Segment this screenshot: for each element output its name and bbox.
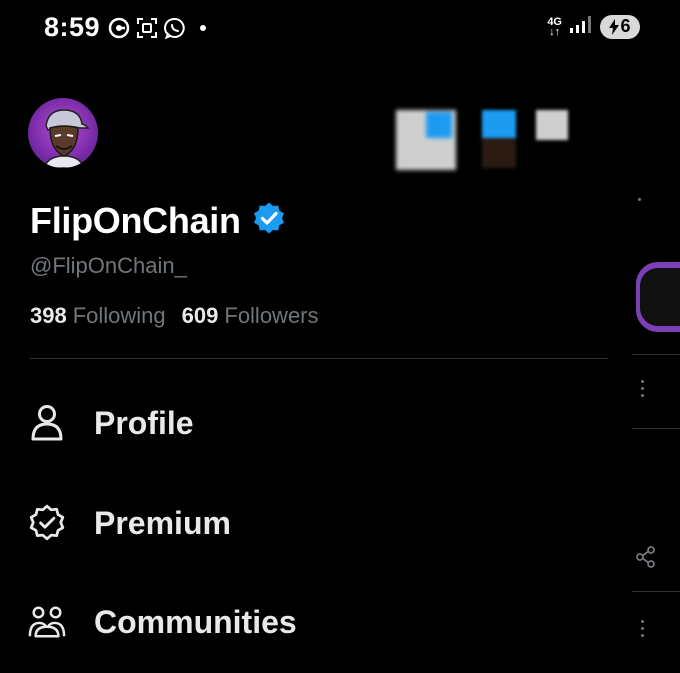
menu-item-premium[interactable]: Premium	[28, 504, 231, 542]
status-time: 8:59	[44, 12, 101, 42]
avatar[interactable]	[28, 98, 98, 168]
peek-avatar[interactable]	[636, 262, 680, 332]
share-icon[interactable]	[636, 546, 656, 573]
peek-divider	[632, 428, 680, 429]
notification-dot	[200, 25, 206, 31]
other-account-avatar[interactable]	[536, 110, 568, 140]
menu-item-label: Premium	[94, 504, 231, 541]
peek-dot	[638, 198, 641, 201]
app-screen: 8:59 4G ↓↑ 6 FlipOnChain @FlipOnChain_ 3…	[0, 0, 680, 673]
battery-charging-icon: 6	[600, 14, 640, 39]
peek-divider	[632, 591, 680, 592]
premium-badge-icon	[28, 504, 66, 542]
menu-item-profile[interactable]: Profile	[28, 404, 194, 442]
drawer-divider	[30, 358, 608, 359]
followers-label: Followers	[224, 303, 319, 328]
verified-badge-icon	[251, 201, 287, 242]
display-name: FlipOnChain	[30, 200, 241, 241]
other-accounts-switcher[interactable]	[396, 108, 576, 172]
status-bar: 8:59 4G ↓↑ 6	[0, 0, 680, 58]
display-name-row: FlipOnChain	[30, 200, 287, 242]
person-icon	[28, 404, 66, 442]
battery-level: 6	[620, 16, 631, 36]
screenshot-icon	[136, 17, 158, 39]
network-arrows-icon: 4G ↓↑	[547, 15, 562, 38]
status-notification-icons	[108, 17, 206, 39]
follow-stats: 398 Following 609 Followers	[30, 303, 319, 329]
following-label: Following	[72, 303, 166, 328]
peek-divider	[632, 354, 680, 355]
communities-icon	[28, 603, 66, 641]
signal-icon	[568, 14, 594, 39]
whatsapp-icon	[164, 17, 186, 39]
following-link[interactable]: 398 Following	[30, 303, 166, 329]
status-system-icons: 4G ↓↑ 6	[547, 14, 640, 39]
timeline-peek[interactable]	[632, 58, 680, 673]
menu-item-label: Communities	[94, 603, 297, 640]
menu-item-communities[interactable]: Communities	[28, 603, 297, 641]
user-handle: @FlipOnChain_	[30, 253, 187, 278]
more-options-icon[interactable]	[641, 620, 644, 637]
more-options-icon[interactable]	[641, 380, 644, 397]
g-pay-icon	[108, 17, 130, 39]
followers-count: 609	[181, 303, 219, 328]
other-account-avatar[interactable]	[482, 110, 516, 168]
other-account-avatar[interactable]	[396, 110, 456, 170]
menu-item-label: Profile	[94, 404, 194, 441]
following-count: 398	[30, 303, 67, 328]
followers-link[interactable]: 609 Followers	[182, 303, 319, 329]
